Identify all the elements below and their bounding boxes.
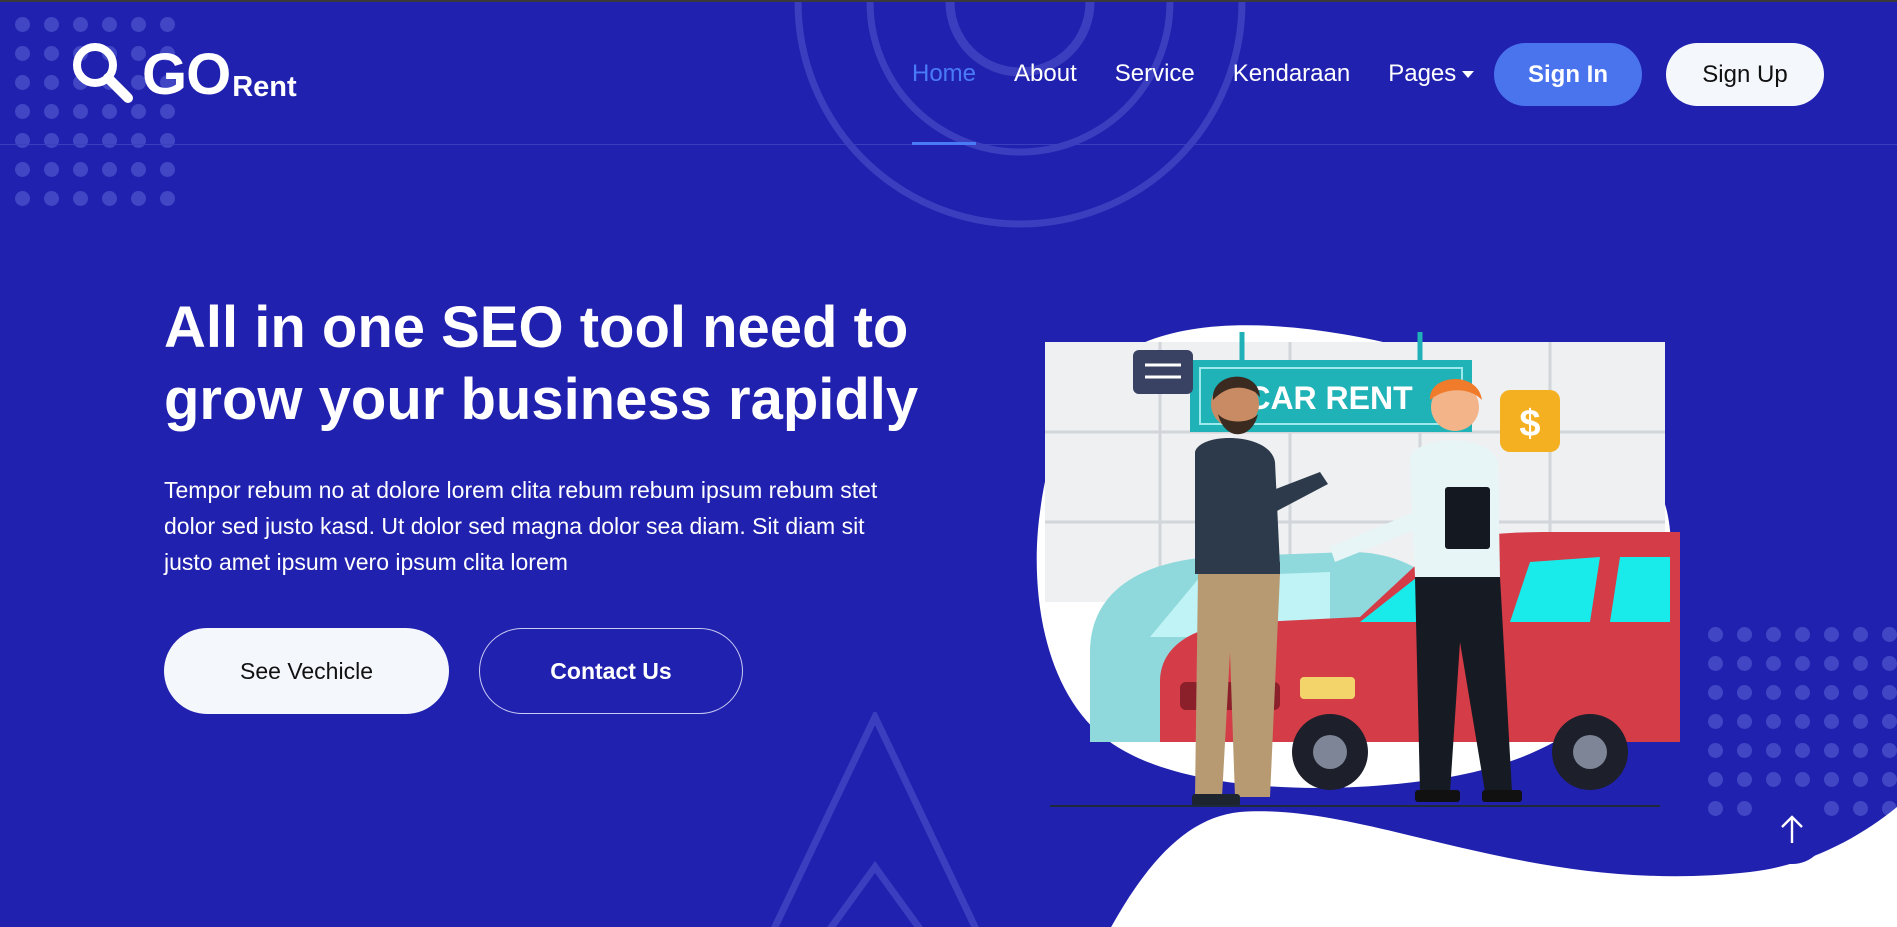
navbar: GO Rent Home About Service Kendaraan Pag… [0, 2, 1897, 145]
hero-description: Tempor rebum no at dolore lorem clita re… [164, 477, 878, 575]
arrow-up-icon [1781, 815, 1803, 843]
sign-in-button[interactable]: Sign In [1494, 43, 1642, 106]
car-rent-illustration: CAR RENT $ [1036, 325, 1680, 807]
nav-about[interactable]: About [1014, 60, 1077, 88]
nav-pages-label: Pages [1388, 60, 1457, 87]
brand-suffix: Rent [232, 71, 297, 103]
contact-us-button[interactable]: Contact Us [479, 628, 743, 714]
nav-pages-dropdown[interactable]: Pages [1388, 60, 1475, 88]
landing-page: GO Rent Home About Service Kendaraan Pag… [0, 0, 1897, 927]
hero-title: All in one SEO tool need to grow your bu… [164, 295, 919, 432]
car-rent-sign-text: CAR RENT [1247, 380, 1413, 416]
brand-logo[interactable]: GO Rent [70, 40, 297, 104]
sign-up-button[interactable]: Sign Up [1666, 43, 1824, 106]
brand-name: GO [142, 42, 231, 107]
dollar-icon: $ [1519, 403, 1540, 445]
magnifier-icon [70, 40, 134, 104]
decor-triangles [771, 712, 979, 927]
caret-down-icon [1462, 71, 1475, 79]
nav-service[interactable]: Service [1115, 60, 1195, 88]
back-to-top-button[interactable] [1757, 794, 1827, 864]
see-vehicle-button[interactable]: See Vechicle [164, 628, 449, 714]
nav-home[interactable]: Home [912, 60, 977, 145]
nav-kendaraan[interactable]: Kendaraan [1233, 60, 1350, 88]
main-nav: Home About Service Kendaraan Pages [912, 60, 1512, 145]
